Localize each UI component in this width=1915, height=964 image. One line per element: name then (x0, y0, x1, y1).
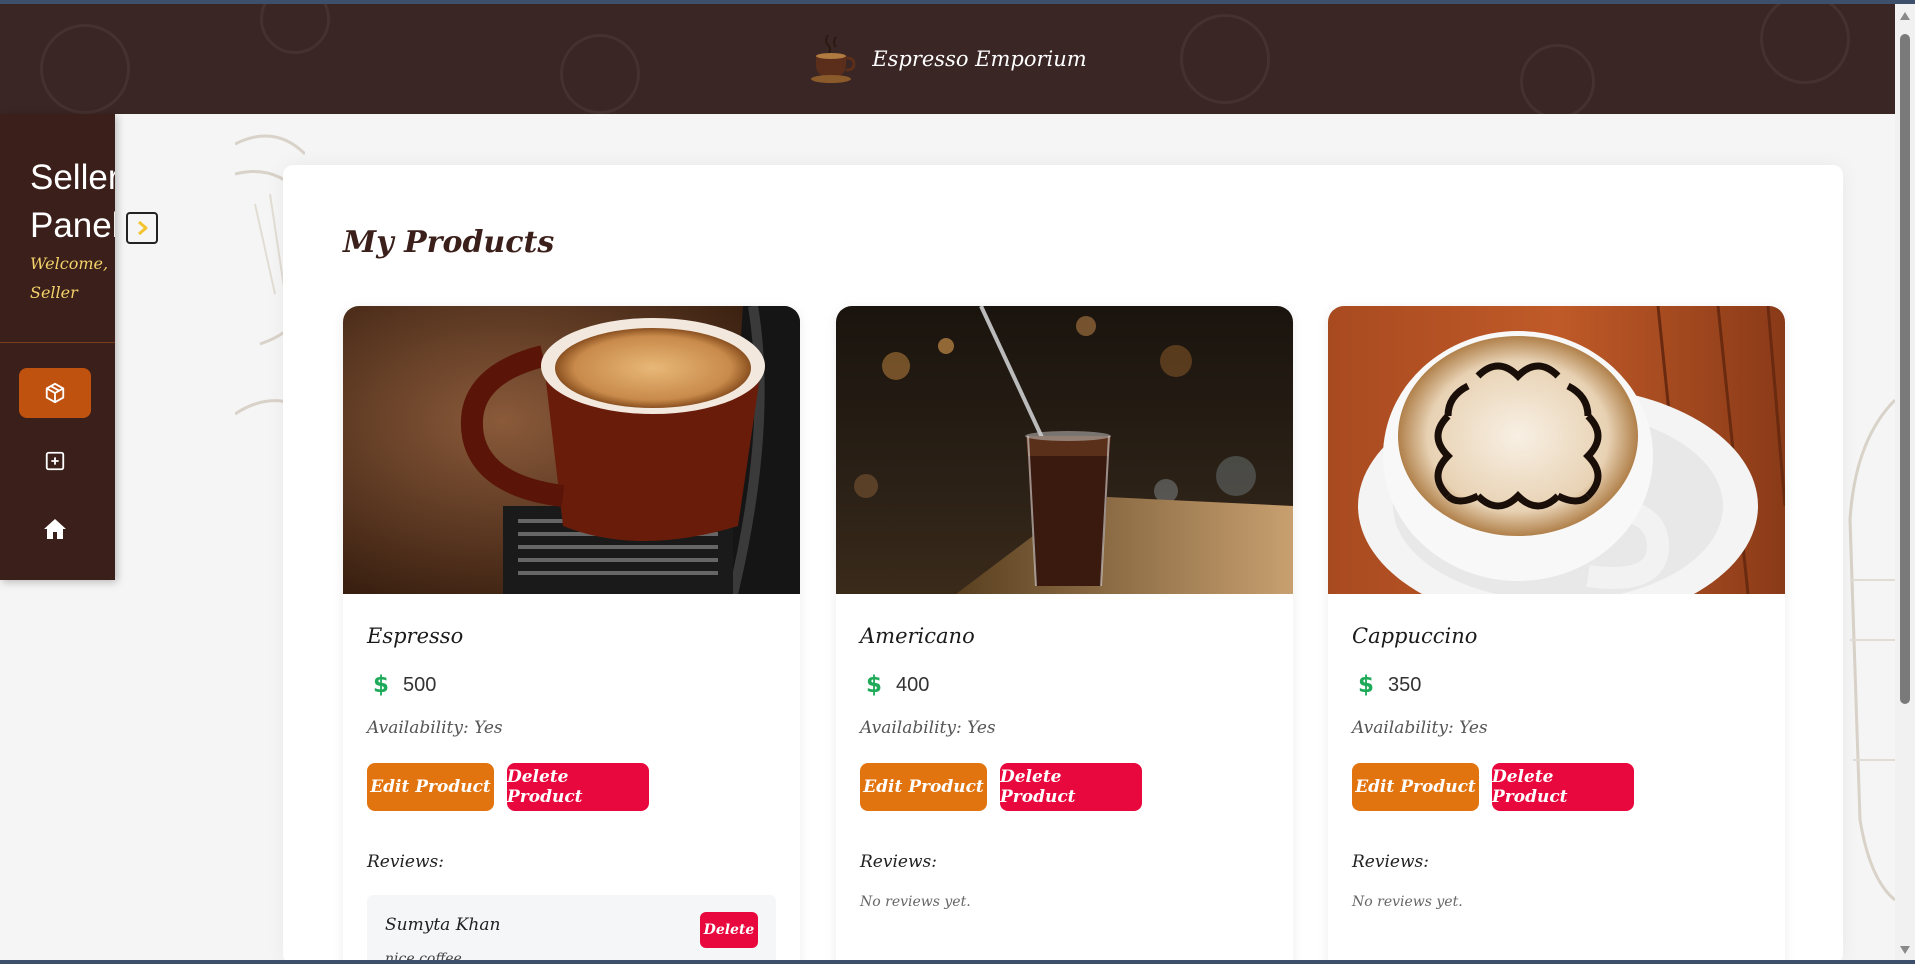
plus-square-icon (45, 451, 65, 471)
cake-sketch-decor (1848, 398, 1895, 902)
seller-sidebar: Seller Panel Welcome, Seller (0, 114, 115, 580)
delete-product-button[interactable]: Delete Product (507, 763, 649, 811)
reviews-label: Reviews: (860, 852, 937, 872)
product-availability: Availability: Yes (1352, 718, 1488, 738)
delete-review-button[interactable]: Delete (700, 912, 758, 948)
page-scrollbar[interactable] (1895, 4, 1915, 960)
decor-doodle (560, 34, 640, 114)
box-icon (45, 382, 65, 404)
sidebar-toggle-button[interactable] (126, 212, 158, 244)
brand-name: Espresso Emporium (872, 47, 1087, 71)
product-actions: Edit Product Delete Product (860, 763, 1142, 811)
no-reviews-text: No reviews yet. (1352, 894, 1463, 910)
dollar-icon: $ (866, 672, 883, 698)
review-item: Sumyta Khan nice coffee Delete (367, 895, 776, 964)
decor-doodle (1760, 4, 1850, 84)
home-icon (44, 519, 66, 539)
window-bottom-border (0, 960, 1915, 964)
product-image-americano (836, 306, 1293, 594)
delete-product-button[interactable]: Delete Product (1000, 763, 1142, 811)
sidebar-divider (0, 342, 115, 343)
dollar-icon: $ (1358, 672, 1375, 698)
dollar-icon: $ (373, 672, 390, 698)
nav-add-product-button[interactable] (19, 436, 91, 486)
coffee-cup-logo-icon (811, 34, 856, 83)
brand[interactable]: Espresso Emporium (808, 31, 1087, 87)
sidebar-welcome: Welcome, Seller (30, 254, 109, 302)
decor-doodle (1180, 14, 1270, 104)
product-availability: Availability: Yes (367, 718, 503, 738)
top-navbar: Espresso Emporium (0, 4, 1895, 114)
edit-product-button[interactable]: Edit Product (367, 763, 494, 811)
no-reviews-text: No reviews yet. (860, 894, 971, 910)
price-row: $ 400 (866, 672, 929, 698)
product-card: Espresso $ 500 Availability: Yes Edit Pr… (343, 306, 800, 964)
product-image-espresso (343, 306, 800, 594)
product-name: Espresso (367, 624, 464, 648)
reviews-label: Reviews: (367, 852, 444, 872)
scroll-down-arrow-icon[interactable] (1900, 946, 1910, 954)
price-row: $ 350 (1358, 672, 1421, 698)
product-name: Americano (860, 624, 975, 648)
reviews-label: Reviews: (1352, 852, 1429, 872)
edit-product-button[interactable]: Edit Product (860, 763, 987, 811)
product-price: 400 (896, 673, 930, 696)
product-card: Cappuccino $ 350 Availability: Yes Edit … (1328, 306, 1785, 964)
product-price: 350 (1388, 673, 1422, 696)
scroll-thumb[interactable] (1900, 34, 1910, 704)
product-name: Cappuccino (1352, 624, 1478, 648)
product-availability: Availability: Yes (860, 718, 996, 738)
decor-doodle (260, 4, 330, 54)
product-card: Americano $ 400 Availability: Yes Edit P… (836, 306, 1293, 964)
scroll-up-arrow-icon[interactable] (1900, 12, 1910, 20)
nav-my-products-button[interactable] (19, 368, 91, 418)
product-actions: Edit Product Delete Product (1352, 763, 1634, 811)
decor-doodle (40, 24, 130, 114)
chevron-right-icon (138, 220, 148, 236)
review-author: Sumyta Khan (385, 915, 501, 935)
edit-product-button[interactable]: Edit Product (1352, 763, 1479, 811)
product-price: 500 (403, 673, 437, 696)
price-row: $ 500 (373, 672, 436, 698)
product-actions: Edit Product Delete Product (367, 763, 649, 811)
delete-product-button[interactable]: Delete Product (1492, 763, 1634, 811)
sidebar-title: Seller Panel (30, 158, 115, 245)
page-title: My Products (343, 225, 555, 260)
product-image-cappuccino (1328, 306, 1785, 594)
nav-home-button[interactable] (19, 504, 91, 554)
decor-doodle (1520, 44, 1595, 114)
